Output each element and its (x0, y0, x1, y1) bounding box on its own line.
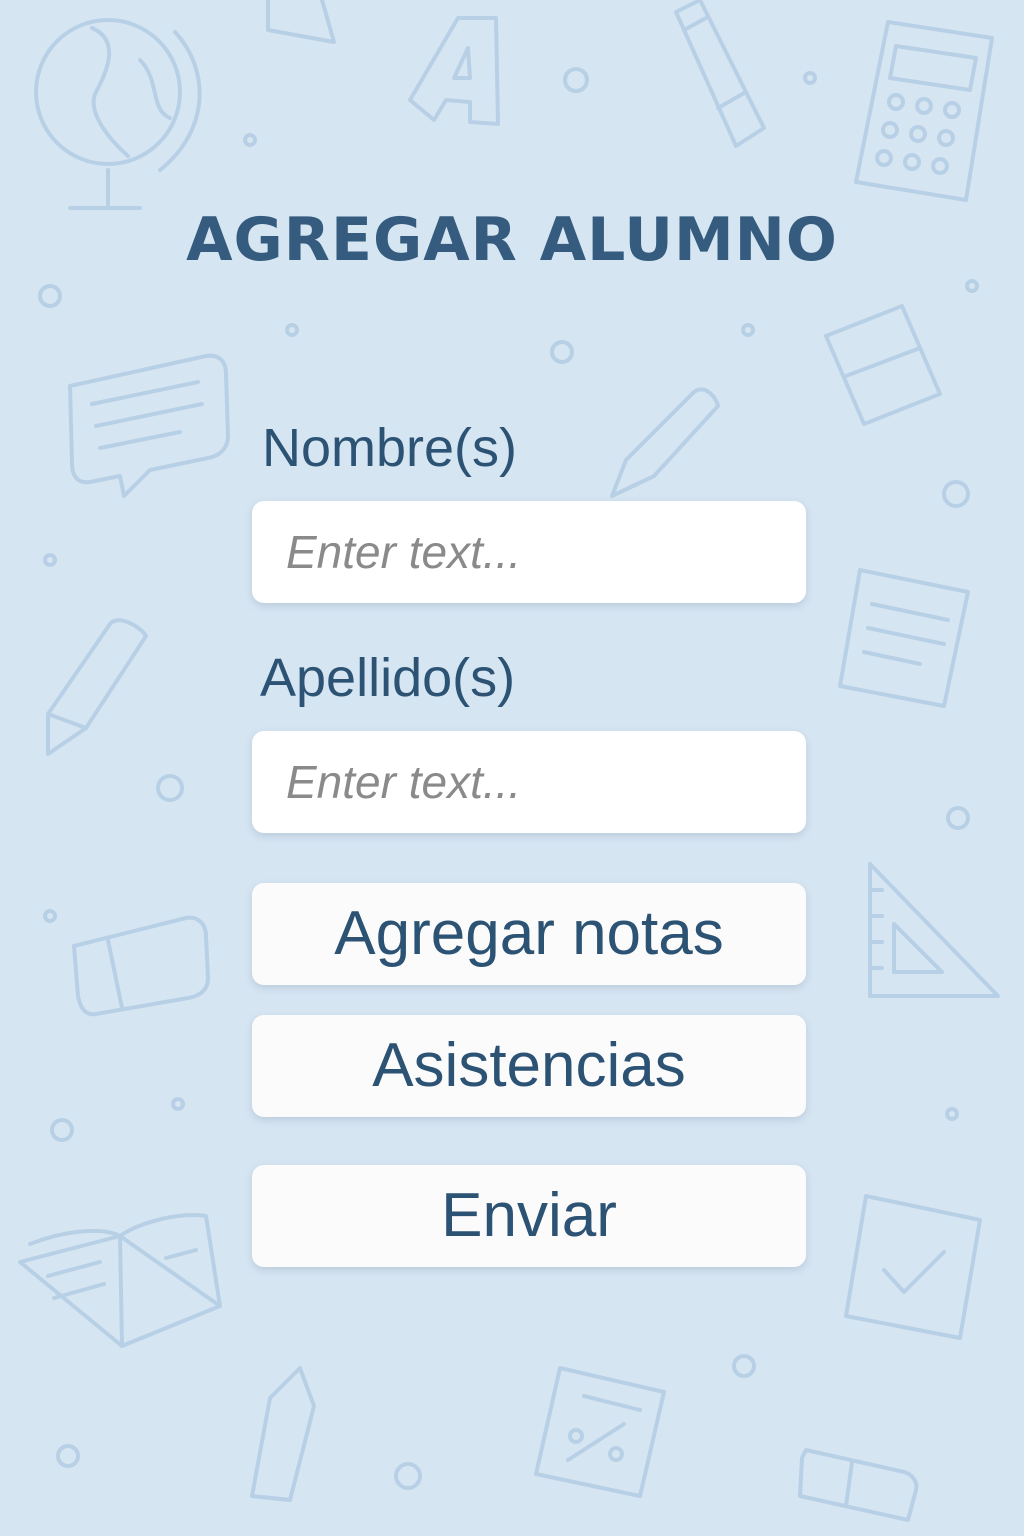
set-square-icon (868, 862, 1000, 998)
first-name-input[interactable] (252, 501, 806, 603)
last-name-label: Apellido(s) (260, 648, 516, 708)
pencil-icon (250, 1366, 316, 1502)
calculator-icon (854, 20, 994, 202)
last-name-input[interactable] (252, 731, 806, 833)
globe-icon (34, 18, 202, 210)
checkbox-icon (844, 1194, 982, 1340)
add-grades-button[interactable]: Agregar notas (252, 883, 806, 985)
eraser-icon (798, 1448, 919, 1522)
eraser-icon (824, 304, 942, 426)
attendance-button[interactable]: Asistencias (252, 1015, 806, 1117)
pencil-icon (674, 0, 766, 148)
page-title: AGREGAR ALUMNO (186, 205, 838, 275)
ruler-triangle-icon (266, 0, 336, 44)
percent-sheet-icon (534, 1366, 666, 1498)
chat-bubble-icon (68, 353, 230, 498)
pencil-icon (46, 618, 148, 756)
notebook-icon (838, 568, 970, 708)
submit-button[interactable]: Enviar (252, 1165, 806, 1267)
open-book-icon (18, 1213, 222, 1348)
first-name-label: Nombre(s) (262, 418, 518, 478)
eraser-icon (72, 915, 210, 1017)
add-student-form: Nombre(s) Apellido(s) Agregar notas Asis… (252, 415, 806, 1267)
letter-a-icon (408, 16, 500, 126)
